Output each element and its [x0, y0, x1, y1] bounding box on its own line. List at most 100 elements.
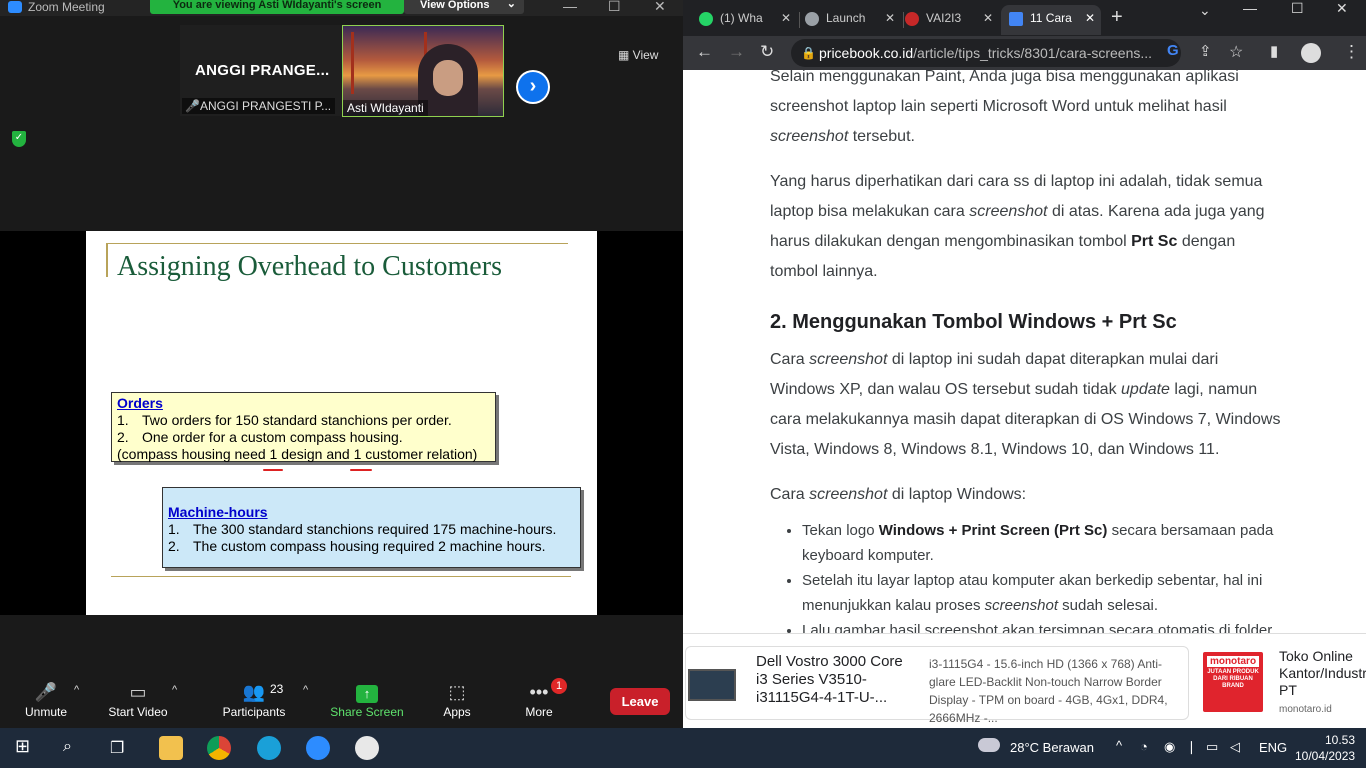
close-tab-icon[interactable]: ✕ [885, 5, 895, 31]
participant-face [433, 60, 463, 96]
apps-button[interactable]: ⬚ Apps [436, 680, 478, 720]
snipping-tool-icon[interactable] [355, 736, 379, 760]
minimize-icon[interactable]: — [1243, 0, 1257, 16]
encryption-shield-icon[interactable]: ✓ [12, 131, 26, 147]
tab-label: (1) Wha [720, 11, 763, 25]
network-icon[interactable]: ◔ [1140, 739, 1148, 754]
article-content: Selain menggunakan Paint, Anda juga bisa… [683, 70, 1366, 633]
participants-options-caret-icon[interactable]: ^ [303, 684, 308, 696]
machine-hours-heading: Machine-hours [168, 504, 268, 520]
participant-name: Asti WIdayanti [343, 100, 428, 116]
apps-icon: ⬚ [448, 682, 466, 702]
start-video-button[interactable]: ▭ Start Video [106, 680, 170, 720]
share-icon[interactable]: ⇪ [1199, 42, 1212, 60]
tab-label: 11 Cara [1030, 11, 1072, 25]
paragraph: Cara screenshot di laptop Windows: [770, 486, 1027, 503]
view-options-button[interactable]: View Options ⌄ [404, 0, 524, 14]
slide-left-rule [106, 243, 108, 277]
clock[interactable]: 10.53 10/04/2023 [1295, 732, 1355, 764]
leave-button[interactable]: Leave [610, 688, 670, 715]
participant-video-tile[interactable]: Asti WIdayanti [342, 25, 504, 117]
tab-divider [799, 12, 800, 28]
profile-avatar[interactable] [1301, 43, 1321, 63]
video-off-icon: ▭ [129, 682, 147, 702]
close-icon[interactable]: ✕ [654, 0, 666, 15]
machine-hours-box: Machine-hours 1. The 300 standard stanchi… [162, 487, 581, 568]
zoom-icon[interactable] [306, 736, 330, 760]
battery-icon[interactable]: ▭ [1206, 739, 1218, 755]
chrome-icon[interactable] [207, 736, 231, 760]
close-icon[interactable]: ✕ [1336, 0, 1348, 17]
participant-name-label: 🎤 ANGGI PRANGESTI P... [182, 98, 336, 114]
tab-strip: (1) Wha ✕ Launch ✕ VAI2I3 ✕ 11 Cara ✕ + ⌄ — … [683, 0, 1366, 36]
lock-icon: 🔒 [801, 46, 816, 60]
maximize-icon[interactable]: ☐ [1291, 0, 1304, 17]
search-icon[interactable]: ⌕ [63, 738, 72, 756]
unmute-button[interactable]: 🎤 Unmute [20, 680, 72, 720]
whatsapp-icon [699, 11, 713, 26]
windows-start-icon[interactable]: ⊞ [15, 736, 30, 757]
list-item: 2. One order for a custom compass housing… [117, 429, 403, 445]
weather-text[interactable]: 28°C Berawan [1010, 740, 1094, 755]
audio-options-caret-icon[interactable]: ^ [74, 684, 79, 696]
volume-icon[interactable]: ◁ [1230, 739, 1240, 755]
language-indicator[interactable]: ENG [1259, 740, 1287, 755]
paragraph: Yang harus diperhatikan dari cara ss di … [770, 173, 1265, 280]
minimize-icon[interactable]: — [563, 0, 577, 14]
close-tab-icon[interactable]: ✕ [781, 5, 791, 31]
chrome-window: (1) Wha ✕ Launch ✕ VAI2I3 ✕ 11 Cara ✕ + ⌄ — … [683, 0, 1366, 729]
file-explorer-icon[interactable] [159, 736, 183, 760]
side-panel-icon[interactable]: ▮ [1270, 42, 1278, 60]
annotation-mark [263, 469, 283, 471]
pricebook-icon [1009, 11, 1023, 26]
monotaro-ad[interactable]: monotaro JUTAAN PRODUK DARI RIBUAN BRAND … [1197, 646, 1366, 718]
ad-description: i3-1115G4 - 15.6-inch HD (1366 x 768) An… [929, 657, 1168, 725]
mic-icon[interactable]: ❘ [1186, 739, 1197, 755]
participant-tile[interactable]: ANGGI PRANGE... 🎤 ANGGI PRANGESTI P... [180, 25, 342, 116]
tab-search-icon[interactable]: ⌄ [1199, 2, 1211, 19]
video-options-caret-icon[interactable]: ^ [172, 684, 177, 696]
share-screen-button[interactable]: ↑ Share Screen [330, 680, 404, 720]
tab-launch[interactable]: Launch ✕ [805, 5, 901, 35]
view-options-label: View Options [420, 0, 490, 11]
forward-icon[interactable]: → [728, 42, 745, 62]
tab-label: Launch [826, 11, 866, 25]
list-item: 1. The 300 standard stanchions required 1… [168, 521, 557, 537]
tab-11-cara[interactable]: 11 Cara ✕ [1001, 5, 1101, 35]
product-ad[interactable]: Dell Vostro 3000 Core i3 Series V3510-i3… [685, 646, 1189, 725]
close-tab-icon[interactable]: ✕ [1085, 5, 1095, 31]
tab-vai2i3[interactable]: VAI2I3 ✕ [905, 5, 999, 35]
chevron-down-icon: ⌄ [506, 0, 516, 10]
edge-icon[interactable] [257, 736, 281, 760]
shared-slide: Assigning Overhead to Customers Orders 1… [86, 231, 597, 615]
bookmark-star-icon[interactable]: ☆ [1229, 42, 1243, 62]
slide-title: Assigning Overhead to Customers [117, 251, 502, 282]
share-screen-icon: ↑ [330, 680, 404, 704]
meeting-toolbar: 🎤 Unmute ^ ▭ Start Video ^ 👥 Participant… [0, 672, 683, 728]
new-tab-icon[interactable]: + [1111, 6, 1123, 29]
address-bar[interactable]: 🔒 pricebook.co.id/article/tips_tricks/830… [791, 39, 1181, 67]
apps-label: Apps [443, 705, 471, 719]
maximize-icon[interactable]: ☐ [608, 0, 621, 15]
ad-domain: monotaro.id [1279, 704, 1332, 715]
participant-display-name: ANGGI PRANGE... [195, 62, 330, 79]
tab-divider [903, 12, 904, 28]
next-participants-button[interactable]: › [516, 70, 550, 104]
view-button[interactable]: ▦ View [618, 48, 658, 62]
zoom-window: Zoom Meeting — ☐ ✕ You are viewing Asti … [0, 0, 683, 728]
tab-whatsapp[interactable]: (1) Wha ✕ [699, 5, 797, 35]
task-view-icon[interactable]: ❐ [110, 738, 124, 758]
article-text: Selain menggunakan Paint, Anda juga bisa… [770, 70, 1285, 633]
list-item: Lalu gambar hasil screenshot akan tersim… [802, 618, 1285, 633]
list-item: 2. The custom compass housing required 2 … [168, 538, 546, 554]
chevron-up-icon[interactable]: ^ [1116, 738, 1122, 753]
zoom-logo-icon [8, 1, 22, 13]
slide-bottom-rule [111, 576, 571, 577]
back-icon[interactable]: ← [696, 42, 713, 62]
close-tab-icon[interactable]: ✕ [983, 5, 993, 31]
google-icon[interactable]: G [1167, 42, 1179, 59]
site-icon [905, 11, 919, 26]
camera-icon[interactable]: ◉ [1164, 739, 1175, 755]
reload-icon[interactable]: ↻ [760, 42, 774, 62]
menu-icon[interactable]: ⋮ [1343, 42, 1360, 62]
